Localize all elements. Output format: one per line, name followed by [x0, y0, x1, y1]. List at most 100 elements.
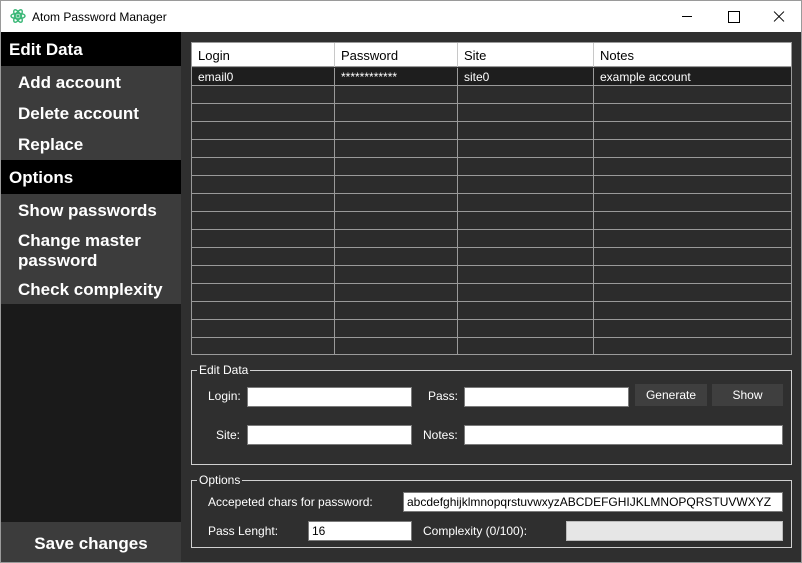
cell-password[interactable]: ************ [335, 68, 458, 86]
table-row[interactable] [192, 338, 791, 354]
cell-password[interactable] [335, 284, 458, 302]
change-master-password-button[interactable]: Change master password [18, 231, 158, 271]
cell-login[interactable] [192, 320, 335, 338]
cell-site[interactable] [458, 158, 594, 176]
accounts-grid[interactable]: Login Password Site Notes email0 ********… [191, 42, 792, 355]
table-row[interactable]: email0 ************ site0 example account [192, 68, 791, 86]
cell-password[interactable] [335, 86, 458, 104]
generate-button[interactable]: Generate [635, 384, 707, 406]
cell-password[interactable] [335, 338, 458, 354]
table-row[interactable] [192, 194, 791, 212]
cell-login[interactable] [192, 176, 335, 194]
table-row[interactable] [192, 140, 791, 158]
cell-site[interactable] [458, 176, 594, 194]
pass-length-input[interactable] [308, 521, 412, 541]
cell-notes[interactable] [594, 122, 791, 140]
cell-login[interactable] [192, 266, 335, 284]
cell-password[interactable] [335, 140, 458, 158]
cell-notes[interactable] [594, 284, 791, 302]
cell-login[interactable]: email0 [192, 68, 335, 86]
table-row[interactable] [192, 176, 791, 194]
cell-notes[interactable] [594, 248, 791, 266]
accepted-chars-input[interactable] [403, 492, 783, 512]
table-row[interactable] [192, 320, 791, 338]
cell-password[interactable] [335, 266, 458, 284]
cell-login[interactable] [192, 86, 335, 104]
cell-login[interactable] [192, 122, 335, 140]
cell-notes[interactable] [594, 212, 791, 230]
cell-login[interactable] [192, 284, 335, 302]
cell-password[interactable] [335, 230, 458, 248]
table-row[interactable] [192, 230, 791, 248]
cell-site[interactable] [458, 338, 594, 354]
cell-site[interactable] [458, 104, 594, 122]
add-account-button[interactable]: Add account [18, 73, 121, 93]
cell-notes[interactable]: example account [594, 68, 791, 86]
cell-site[interactable] [458, 212, 594, 230]
cell-site[interactable] [458, 248, 594, 266]
site-input[interactable] [247, 425, 412, 445]
table-row[interactable] [192, 86, 791, 104]
cell-notes[interactable] [594, 104, 791, 122]
cell-site[interactable] [458, 320, 594, 338]
cell-site[interactable] [458, 194, 594, 212]
table-row[interactable] [192, 212, 791, 230]
cell-login[interactable] [192, 158, 335, 176]
cell-site[interactable] [458, 140, 594, 158]
cell-notes[interactable] [594, 158, 791, 176]
column-header-site[interactable]: Site [458, 43, 594, 67]
cell-login[interactable] [192, 140, 335, 158]
column-header-login[interactable]: Login [192, 43, 335, 67]
cell-password[interactable] [335, 104, 458, 122]
cell-password[interactable] [335, 302, 458, 320]
cell-site[interactable] [458, 302, 594, 320]
minimize-button[interactable] [664, 1, 710, 32]
column-header-notes[interactable]: Notes [594, 43, 791, 67]
cell-notes[interactable] [594, 86, 791, 104]
cell-site[interactable] [458, 230, 594, 248]
cell-notes[interactable] [594, 320, 791, 338]
pass-input[interactable] [464, 387, 629, 407]
cell-login[interactable] [192, 104, 335, 122]
table-row[interactable] [192, 158, 791, 176]
show-button[interactable]: Show [712, 384, 783, 406]
replace-button[interactable]: Replace [18, 135, 83, 155]
title-bar[interactable]: Atom Password Manager [1, 1, 801, 32]
cell-password[interactable] [335, 194, 458, 212]
table-row[interactable] [192, 266, 791, 284]
table-row[interactable] [192, 122, 791, 140]
cell-notes[interactable] [594, 176, 791, 194]
cell-notes[interactable] [594, 230, 791, 248]
cell-site[interactable] [458, 122, 594, 140]
cell-login[interactable] [192, 248, 335, 266]
cell-notes[interactable] [594, 266, 791, 284]
check-complexity-button[interactable]: Check complexity [18, 280, 163, 300]
login-input[interactable] [247, 387, 412, 407]
show-passwords-button[interactable]: Show passwords [18, 201, 157, 221]
cell-password[interactable] [335, 122, 458, 140]
cell-password[interactable] [335, 248, 458, 266]
column-header-password[interactable]: Password [335, 43, 458, 67]
cell-password[interactable] [335, 212, 458, 230]
cell-password[interactable] [335, 176, 458, 194]
notes-input[interactable] [464, 425, 783, 445]
maximize-button[interactable] [710, 1, 756, 32]
cell-login[interactable] [192, 302, 335, 320]
close-button[interactable] [756, 1, 801, 32]
table-row[interactable] [192, 302, 791, 320]
table-row[interactable] [192, 248, 791, 266]
cell-password[interactable] [335, 158, 458, 176]
cell-site[interactable]: site0 [458, 68, 594, 86]
cell-notes[interactable] [594, 302, 791, 320]
cell-password[interactable] [335, 320, 458, 338]
save-changes-button[interactable]: Save changes [1, 522, 181, 562]
cell-notes[interactable] [594, 140, 791, 158]
cell-notes[interactable] [594, 338, 791, 354]
table-row[interactable] [192, 104, 791, 122]
table-row[interactable] [192, 284, 791, 302]
cell-notes[interactable] [594, 194, 791, 212]
cell-login[interactable] [192, 194, 335, 212]
cell-login[interactable] [192, 338, 335, 354]
cell-login[interactable] [192, 230, 335, 248]
cell-site[interactable] [458, 266, 594, 284]
